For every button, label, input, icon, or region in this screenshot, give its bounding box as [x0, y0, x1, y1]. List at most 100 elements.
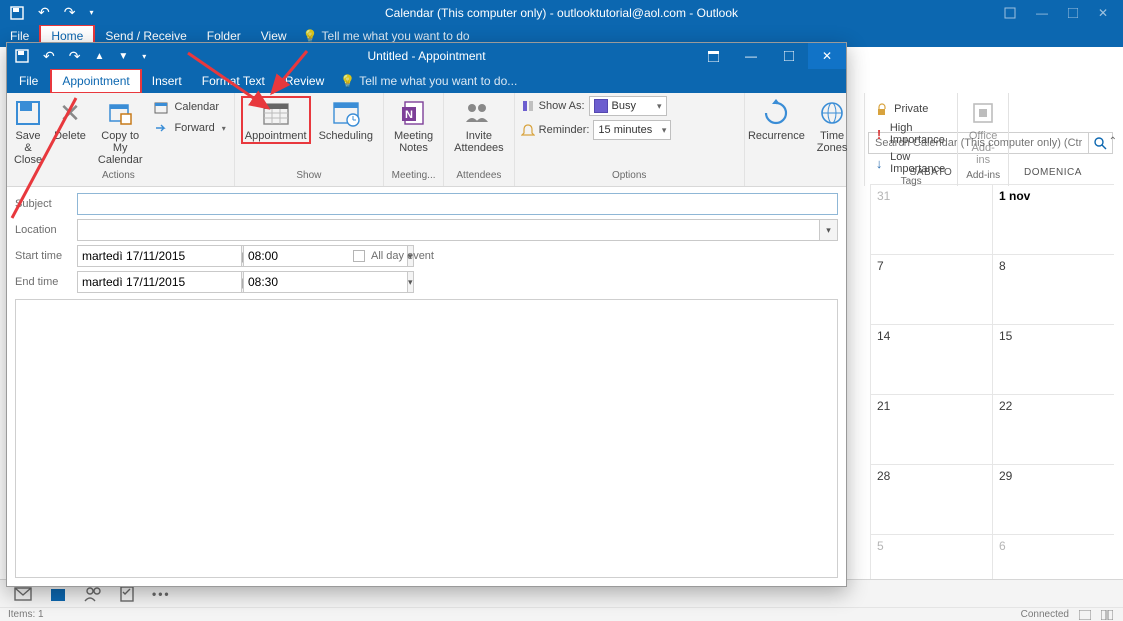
copy-calendar-icon	[105, 98, 135, 128]
meeting-notes-label: Meeting Notes	[394, 130, 433, 154]
end-date-field[interactable]	[77, 271, 237, 293]
status-items: Items: 1	[8, 609, 44, 620]
calendar-icon	[153, 99, 169, 115]
nav-calendar-icon[interactable]	[50, 586, 66, 602]
qat-redo-icon[interactable]: ↷	[64, 4, 76, 21]
office-addins-button[interactable]: Office Add-ins	[964, 96, 1002, 168]
chevron-down-icon: ▾	[658, 125, 667, 136]
subject-input[interactable]	[77, 193, 838, 215]
show-as-label: Show As:	[539, 100, 585, 112]
all-day-label: All day event	[371, 250, 434, 262]
forward-icon	[153, 120, 169, 136]
minimize-icon[interactable]: —	[1036, 6, 1048, 20]
dialog-qat-down-icon[interactable]: ▼	[118, 51, 128, 62]
forward-button[interactable]: Forward▾	[151, 119, 227, 137]
low-importance-icon: ↓	[873, 155, 885, 171]
close-icon[interactable]: ✕	[1098, 6, 1108, 20]
dialog-maximize-icon[interactable]	[770, 43, 808, 69]
end-date-input[interactable]	[77, 271, 242, 293]
location-dropdown[interactable]: ▾	[820, 219, 838, 241]
dialog-window-title: Untitled - Appointment	[367, 49, 485, 63]
addins-icon	[968, 98, 998, 128]
qat-save-icon[interactable]	[10, 6, 24, 20]
all-day-checkbox[interactable]: All day event	[353, 250, 434, 262]
cal-cell[interactable]: 8	[992, 254, 1114, 324]
maximize-icon[interactable]	[1068, 8, 1078, 18]
view-normal-icon[interactable]	[1079, 610, 1091, 620]
low-importance-button[interactable]: ↓Low Importance	[871, 150, 951, 176]
bulb-icon: 💡	[340, 74, 355, 88]
nav-more-icon[interactable]: •••	[152, 587, 171, 601]
reminder-value: 15 minutes	[598, 124, 652, 136]
group-tags-label: Tags	[871, 176, 951, 187]
time-zones-button[interactable]: Time Zones	[806, 96, 858, 156]
nav-tasks-icon[interactable]	[120, 586, 134, 602]
collapse-ribbon-icon[interactable]: ⌃	[1109, 136, 1117, 147]
chevron-down-icon[interactable]: ▾	[408, 271, 414, 293]
group-addins-label: Add-ins	[964, 170, 1002, 185]
high-importance-button[interactable]: !High Importance	[871, 121, 951, 147]
calendar-label: Calendar	[174, 101, 219, 113]
dialog-qat-customize-icon[interactable]: ▾	[142, 52, 146, 61]
calendar-button[interactable]: Calendar	[151, 98, 227, 116]
dialog-tab-appointment[interactable]: Appointment	[50, 68, 141, 94]
dialog-qat-redo-icon[interactable]: ↷	[69, 48, 81, 65]
save-close-button[interactable]: Save & Close	[9, 96, 47, 168]
dialog-close-icon[interactable]: ✕	[808, 43, 846, 69]
appointment-body-textarea[interactable]	[15, 299, 838, 578]
end-time-input[interactable]	[243, 271, 408, 293]
location-input[interactable]	[77, 219, 820, 241]
recurrence-icon	[761, 98, 791, 128]
start-date-input[interactable]	[77, 245, 242, 267]
view-reading-icon[interactable]	[1101, 610, 1113, 620]
dialog-qat-save-icon[interactable]	[15, 49, 29, 63]
dialog-tab-review[interactable]: Review	[275, 70, 334, 92]
appointment-view-label: Appointment	[245, 130, 307, 142]
scheduling-icon	[331, 98, 361, 128]
dialog-tab-file[interactable]: File	[7, 70, 50, 92]
cal-cell[interactable]: 1 nov	[992, 184, 1114, 254]
delete-button[interactable]: ✕ Delete	[51, 96, 89, 144]
cal-cell[interactable]: 22	[992, 394, 1114, 464]
scheduling-label: Scheduling	[319, 130, 373, 142]
qat-undo-icon[interactable]: ↶	[38, 4, 50, 21]
cal-cell[interactable]: 28	[870, 464, 992, 534]
appointment-view-button[interactable]: Appointment	[241, 96, 311, 144]
end-time-field[interactable]: ▾	[243, 271, 339, 293]
dialog-qat-undo-icon[interactable]: ↶	[43, 48, 55, 65]
ribbon-display-icon[interactable]	[1004, 7, 1016, 19]
start-time-field[interactable]: ▾	[243, 245, 339, 267]
high-importance-icon: !	[873, 126, 885, 142]
cal-cell[interactable]: 29	[992, 464, 1114, 534]
nav-people-icon[interactable]	[84, 586, 102, 602]
invite-attendees-button[interactable]: Invite Attendees	[450, 96, 508, 156]
cal-cell[interactable]: 7	[870, 254, 992, 324]
reminder-combo[interactable]: 15 minutes ▾	[593, 120, 671, 140]
chevron-down-icon: ▾	[222, 124, 226, 133]
dialog-minimize-icon[interactable]: —	[732, 43, 770, 69]
dialog-tab-insert[interactable]: Insert	[142, 70, 192, 92]
nav-mail-icon[interactable]	[14, 587, 32, 601]
dialog-ribbon-options-icon[interactable]	[694, 43, 732, 69]
copy-to-calendar-button[interactable]: Copy to My Calendar	[93, 96, 147, 168]
cal-cell[interactable]: 14	[870, 324, 992, 394]
appointment-dialog: ↶ ↷ ▲ ▼ ▾ Untitled - Appointment — ✕ Fil…	[6, 42, 847, 587]
private-button[interactable]: Private	[871, 100, 951, 118]
group-actions-label: Actions	[9, 170, 228, 185]
cal-cell[interactable]: 31	[870, 184, 992, 254]
meeting-notes-button[interactable]: N Meeting Notes	[390, 96, 437, 156]
scheduling-button[interactable]: Scheduling	[315, 96, 377, 144]
recurrence-button[interactable]: Recurrence	[751, 96, 802, 144]
outer-tell-me[interactable]: 💡 Tell me what you want to do	[303, 29, 470, 43]
qat-customize-icon[interactable]: ▾	[89, 8, 93, 17]
location-label: Location	[15, 224, 71, 236]
dialog-tab-format-text[interactable]: Format Text	[192, 70, 275, 92]
start-date-field[interactable]	[77, 245, 237, 267]
private-label: Private	[894, 103, 928, 115]
show-as-combo[interactable]: Busy▾	[589, 96, 667, 116]
dialog-tell-me[interactable]: 💡 Tell me what you want to do...	[340, 74, 517, 88]
cal-head-sun: DOMENICA	[992, 160, 1114, 184]
dialog-qat-up-icon[interactable]: ▲	[94, 51, 104, 62]
cal-cell[interactable]: 21	[870, 394, 992, 464]
cal-cell[interactable]: 15	[992, 324, 1114, 394]
